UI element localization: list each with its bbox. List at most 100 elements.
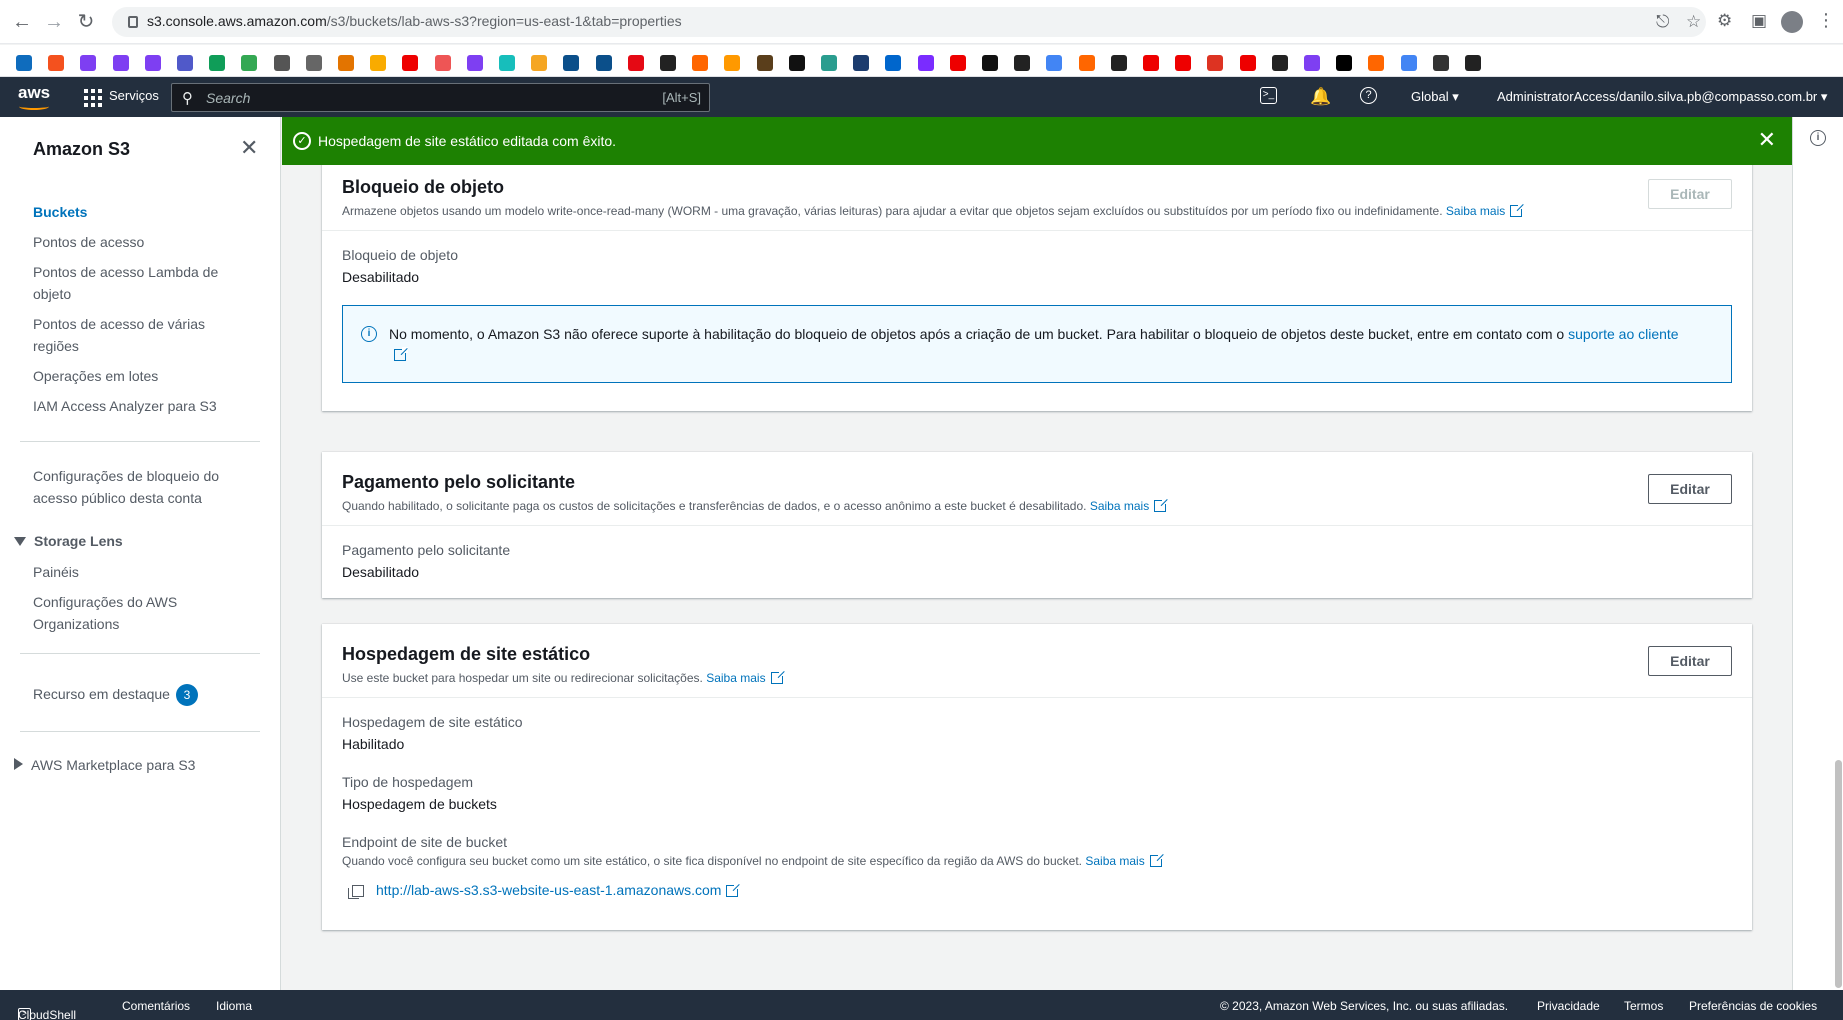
bookmark-favicon[interactable] (1304, 55, 1320, 71)
bookmark-favicon[interactable] (1143, 55, 1159, 71)
search-input[interactable] (206, 87, 626, 109)
bookmark-favicon[interactable] (982, 55, 998, 71)
bookmark-favicon[interactable] (370, 55, 387, 71)
share-icon[interactable]: ⎋ (1656, 12, 1669, 32)
edit-button[interactable]: Editar (1648, 179, 1732, 209)
sidebar-item-batch-operations[interactable]: Operações em lotes (33, 365, 248, 387)
back-icon[interactable]: ← (10, 10, 34, 34)
profile-avatar[interactable] (1781, 11, 1803, 33)
alert-text: No momento, o Amazon S3 não oferece supo… (389, 326, 1565, 342)
bookmark-favicon[interactable] (1400, 55, 1417, 71)
learn-more-link[interactable]: Saiba mais (1090, 499, 1149, 513)
endpoint-link[interactable]: http://lab-aws-s3.s3-website-us-east-1.a… (376, 882, 721, 898)
learn-more-link[interactable]: Saiba mais (1085, 854, 1144, 868)
bookmark-favicon[interactable] (1110, 55, 1127, 71)
main-content: Bloqueio de objeto Armazene objetos usan… (282, 165, 1792, 990)
dismiss-icon[interactable]: ✕ (1758, 127, 1776, 153)
marketplace-toggle[interactable]: AWS Marketplace para S3 (14, 757, 195, 773)
bookmark-favicon[interactable] (466, 55, 483, 71)
help-icon[interactable]: ? (1360, 87, 1377, 104)
learn-more-link[interactable]: Saiba mais (1446, 204, 1505, 218)
bookmark-favicon[interactable] (1432, 55, 1449, 71)
bookmark-favicon[interactable] (788, 55, 805, 71)
bookmark-favicon[interactable] (16, 55, 32, 71)
sidebar-item-multi-region-access-points[interactable]: Pontos de acesso de várias regiões (33, 313, 248, 357)
bookmark-favicon[interactable] (305, 55, 322, 71)
bookmark-favicon[interactable] (273, 55, 290, 71)
forward-icon[interactable]: → (42, 10, 66, 34)
url-text[interactable]: s3.console.aws.amazon.com/s3/buckets/lab… (147, 13, 682, 29)
bookmark-favicon[interactable] (209, 55, 226, 71)
bookmark-favicon[interactable] (917, 55, 934, 71)
bookmark-favicon[interactable] (531, 55, 548, 71)
bookmark-favicon[interactable] (563, 55, 580, 71)
sidebar-item-aws-organizations[interactable]: Configurações do AWS Organizations (33, 591, 248, 635)
sidebar-item-buckets[interactable]: Buckets (33, 201, 248, 223)
bookmark-favicon[interactable] (853, 55, 870, 71)
sidebar-item-lambda-access-points[interactable]: Pontos de acesso Lambda de objeto (33, 261, 248, 305)
region-selector[interactable]: Global ▾ (1411, 89, 1459, 105)
info-icon[interactable]: i (1810, 130, 1826, 146)
reload-icon[interactable]: ↻ (74, 10, 98, 34)
bookmark-favicon[interactable] (1046, 55, 1063, 71)
edit-button[interactable]: Editar (1648, 474, 1732, 504)
bookmark-favicon[interactable] (499, 55, 515, 71)
address-bar[interactable]: s3.console.aws.amazon.com/s3/buckets/lab… (112, 7, 1706, 37)
bookmark-favicon[interactable] (48, 55, 65, 71)
sidebar-item-block-public-access[interactable]: Configurações de bloqueio do acesso públ… (33, 465, 248, 509)
services-grid-icon[interactable] (84, 89, 102, 107)
aws-logo[interactable]: aws (18, 83, 50, 110)
extensions-icon[interactable]: ⚙ (1717, 11, 1732, 31)
bookmark-favicon[interactable] (1078, 55, 1095, 71)
sidebar-item-dashboards[interactable]: Painéis (33, 561, 248, 583)
menu-icon[interactable]: ⋮ (1817, 10, 1835, 31)
bookmark-favicon[interactable] (1175, 55, 1192, 71)
edit-button[interactable]: Editar (1648, 646, 1732, 676)
bookmark-favicon[interactable] (724, 55, 741, 71)
bookmark-favicon[interactable] (144, 55, 161, 71)
feedback-link[interactable]: Comentários (122, 999, 190, 1013)
side-panel-icon[interactable]: ▣ (1751, 11, 1767, 31)
bell-icon[interactable]: 🔔 (1310, 87, 1331, 107)
bookmark-favicon[interactable] (660, 55, 676, 71)
bookmark-favicon[interactable] (692, 55, 709, 71)
search-box[interactable]: ⚲ [Alt+S] (171, 83, 710, 112)
bookmark-favicon[interactable] (434, 55, 451, 71)
bookmark-favicon[interactable] (1014, 55, 1031, 71)
sidebar-item-featured[interactable]: Recurso em destaque 3 (33, 683, 248, 706)
bookmark-favicon[interactable] (112, 55, 129, 71)
bookmark-favicon[interactable] (80, 55, 97, 71)
bookmark-favicon[interactable] (595, 55, 612, 71)
learn-more-link[interactable]: Saiba mais (706, 671, 765, 685)
terms-link[interactable]: Termos (1624, 999, 1663, 1013)
star-icon[interactable]: ☆ (1686, 12, 1701, 32)
cloudshell-icon[interactable]: >_ (1260, 87, 1277, 104)
sidebar-item-access-points[interactable]: Pontos de acesso (33, 231, 248, 253)
bookmark-favicon[interactable] (627, 55, 644, 71)
support-link[interactable]: suporte ao cliente (1568, 326, 1679, 342)
bookmark-favicon[interactable] (338, 55, 354, 71)
bookmark-favicon[interactable] (1336, 55, 1353, 71)
storage-lens-toggle[interactable]: Storage Lens (14, 533, 123, 549)
bookmark-favicon[interactable] (1271, 55, 1288, 71)
bookmark-favicon[interactable] (402, 55, 419, 71)
bookmark-favicon[interactable] (1207, 55, 1224, 71)
cookie-preferences-link[interactable]: Preferências de cookies (1689, 999, 1817, 1013)
bookmark-favicon[interactable] (756, 55, 773, 71)
bookmark-favicon[interactable] (1465, 55, 1481, 71)
privacy-link[interactable]: Privacidade (1537, 999, 1600, 1013)
bookmark-favicon[interactable] (177, 55, 193, 71)
bookmark-favicon[interactable] (949, 55, 966, 71)
bookmark-favicon[interactable] (1368, 55, 1385, 71)
bookmark-favicon[interactable] (241, 55, 258, 71)
sidebar-item-iam-access-analyzer[interactable]: IAM Access Analyzer para S3 (33, 395, 248, 417)
language-link[interactable]: Idioma (216, 999, 252, 1013)
bookmark-favicon[interactable] (821, 55, 837, 71)
bookmark-favicon[interactable] (1239, 55, 1256, 71)
bookmark-favicon[interactable] (885, 55, 902, 71)
account-menu[interactable]: AdministratorAccess/danilo.silva.pb@comp… (1497, 89, 1827, 105)
copy-icon[interactable] (348, 885, 364, 899)
scrollbar-thumb[interactable] (1835, 760, 1842, 988)
close-icon[interactable]: ✕ (240, 135, 258, 161)
services-menu[interactable]: Serviços (109, 88, 159, 103)
